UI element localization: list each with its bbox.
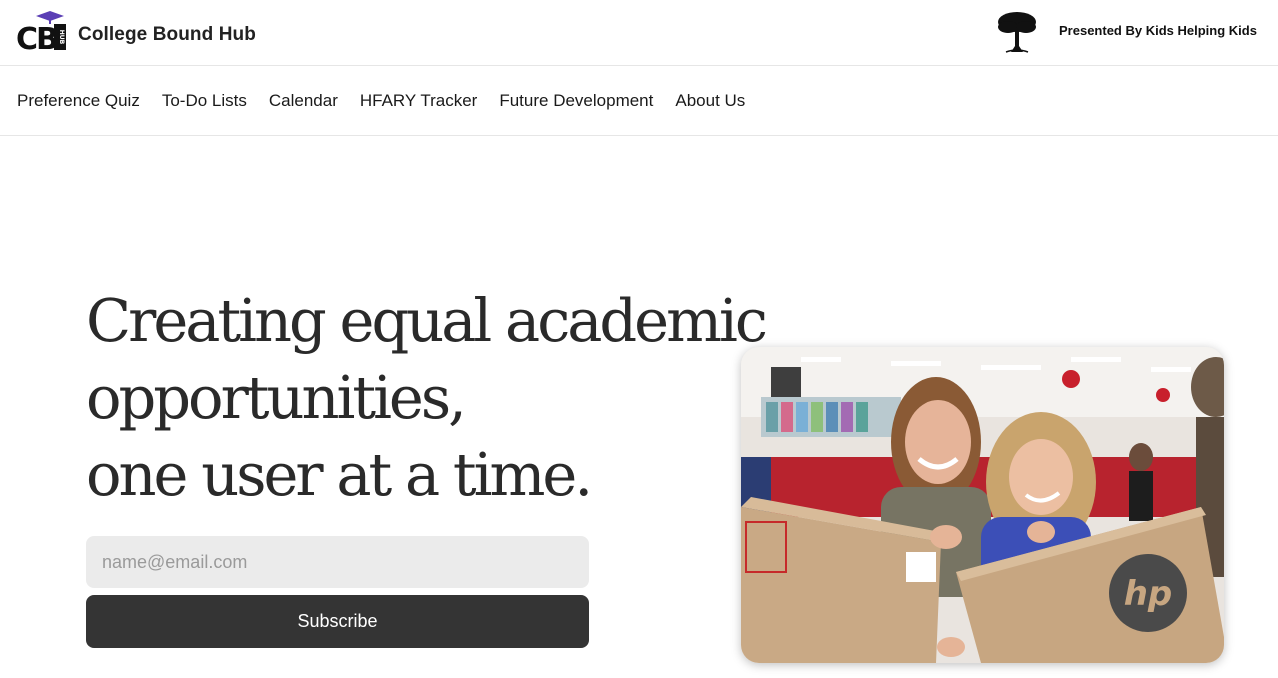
hero-photo: hp (741, 347, 1224, 663)
tree-logo-icon (998, 12, 1036, 53)
nav-item-hfary-tracker[interactable]: HFARY Tracker (360, 91, 477, 111)
nav-item-preference-quiz[interactable]: Preference Quiz (17, 91, 140, 111)
svg-text:CB: CB (16, 22, 57, 52)
subscribe-button[interactable]: Subscribe (86, 595, 589, 648)
headline-line-2: opportunities, (86, 363, 467, 432)
presented-by-text: Presented By Kids Helping Kids (1059, 23, 1257, 38)
hero-headline: Creating equal academic opportunities, o… (86, 282, 768, 513)
main-nav: Preference Quiz To-Do Lists Calendar HFA… (0, 66, 1278, 136)
students-with-laptop-boxes-image: hp (741, 347, 1224, 663)
svg-text:HUB: HUB (58, 30, 65, 45)
nav-list: Preference Quiz To-Do Lists Calendar HFA… (17, 91, 767, 111)
brand-name[interactable]: College Bound Hub (78, 24, 256, 46)
nav-item-future-development[interactable]: Future Development (499, 91, 653, 111)
cb-hub-logo-icon[interactable]: CB HUB (16, 10, 68, 52)
nav-item-to-do-lists[interactable]: To-Do Lists (162, 91, 247, 111)
headline-line-1: Creating equal academic (86, 286, 768, 355)
email-input[interactable] (86, 536, 589, 588)
nav-item-calendar[interactable]: Calendar (269, 91, 338, 111)
hp-box-label: hp (1124, 574, 1173, 614)
nav-item-about-us[interactable]: About Us (675, 91, 745, 111)
headline-line-3: one user at a time. (86, 440, 593, 509)
site-header: CB HUB College Bound Hub Presented By Ki… (0, 0, 1278, 66)
